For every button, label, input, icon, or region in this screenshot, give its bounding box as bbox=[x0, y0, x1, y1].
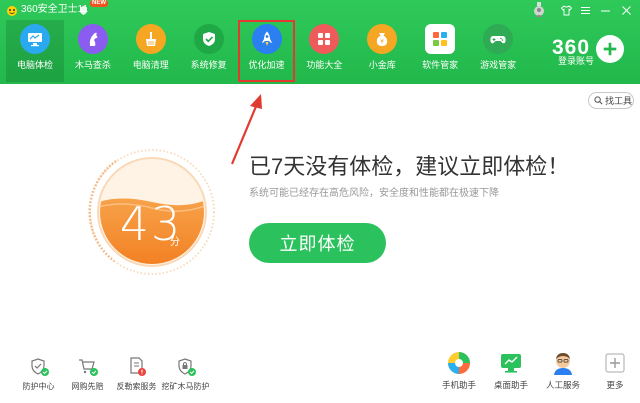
footer-item-phone-assistant[interactable]: 手机助手 bbox=[433, 350, 485, 398]
nav-label: 优化加速 bbox=[248, 60, 285, 70]
checkup-now-button[interactable]: 立即体检 bbox=[249, 223, 386, 263]
title-bar: 360安全卫士11 NEW bbox=[0, 0, 640, 20]
nav-item-trojan-scan[interactable]: 木马查杀 bbox=[64, 20, 122, 82]
footer-label: 人工服务 bbox=[545, 380, 580, 390]
close-icon bbox=[621, 5, 631, 15]
nav-label: 电脑清理 bbox=[132, 60, 169, 70]
checkup-headline: 已7天没有体检，建议立即体检！ bbox=[249, 154, 570, 179]
nav-label: 电脑体检 bbox=[16, 60, 53, 70]
health-score: 43 bbox=[119, 197, 183, 251]
minimize-icon bbox=[600, 10, 610, 11]
nav-item-all-features[interactable]: 功能大全 bbox=[295, 20, 353, 82]
shirt-icon bbox=[560, 4, 572, 15]
doc-shield-icon bbox=[129, 357, 146, 376]
header: 360安全卫士11 NEW 电脑体检 木马查杀 电脑清理 系统修复 优化加速 功… bbox=[0, 0, 640, 84]
footer-right-toolbar: 手机助手 桌面助手 人工服务 更多 bbox=[433, 350, 640, 398]
minimize-button[interactable] bbox=[596, 3, 614, 17]
main-nav: 电脑体检 木马查杀 电脑清理 系统修复 优化加速 功能大全 ¥ 小金库 软件管家… bbox=[6, 20, 527, 82]
footer-label: 桌面助手 bbox=[493, 380, 528, 390]
footer-label: 挖矿木马防护 bbox=[161, 382, 210, 391]
footer-item-human-service[interactable]: 人工服务 bbox=[537, 350, 589, 398]
svg-text:¥: ¥ bbox=[380, 39, 384, 46]
broom-icon bbox=[135, 24, 166, 54]
grid-icon bbox=[309, 24, 340, 54]
search-icon bbox=[594, 96, 603, 105]
nav-item-game-manager[interactable]: 游戏管家 bbox=[469, 20, 527, 82]
apps-icon bbox=[425, 24, 456, 54]
find-tools-label: 找工具 bbox=[605, 96, 633, 106]
nav-label: 游戏管家 bbox=[480, 60, 517, 70]
new-badge: NEW bbox=[90, 0, 108, 7]
checkup-subline: 系统可能已经存在高危风险，安全度和性能都在极速下降 bbox=[249, 188, 499, 199]
nav-label: 功能大全 bbox=[306, 60, 343, 70]
more-icon bbox=[605, 353, 625, 373]
nav-item-pc-cleanup[interactable]: 电脑清理 bbox=[122, 20, 180, 82]
footer-item-mining-trojan-protection[interactable]: 挖矿木马防护 bbox=[161, 356, 210, 398]
desktop-assistant-icon bbox=[501, 354, 521, 373]
nav-item-small-vault[interactable]: ¥ 小金库 bbox=[353, 20, 411, 82]
human-service-icon bbox=[554, 353, 572, 375]
nav-item-pc-checkup[interactable]: 电脑体检 bbox=[6, 20, 64, 82]
shield-small-icon bbox=[80, 6, 87, 15]
coin-bag-icon: ¥ bbox=[367, 24, 398, 54]
horse-icon bbox=[77, 24, 108, 54]
shield-check-icon bbox=[193, 24, 224, 54]
footer-item-protection-center[interactable]: 防护中心 bbox=[14, 356, 63, 398]
app-title: 360安全卫士11 bbox=[21, 4, 89, 15]
nav-item-system-repair[interactable]: 系统修复 bbox=[180, 20, 238, 82]
footer-item-shopping-compensation[interactable]: 网购先赔 bbox=[63, 356, 112, 398]
footer-item-more[interactable]: 更多 bbox=[589, 350, 640, 398]
app-logo-icon bbox=[7, 6, 17, 16]
find-tools-button[interactable]: 找工具 bbox=[588, 92, 634, 109]
nav-label: 软件管家 bbox=[422, 60, 459, 70]
nav-item-optimize-speedup[interactable]: 优化加速 bbox=[237, 20, 296, 82]
footer-left-toolbar: 防护中心 网购先赔 反勒索服务 挖矿木马防护 bbox=[14, 356, 210, 398]
nav-label: 小金库 bbox=[368, 60, 396, 70]
rocket-icon bbox=[251, 24, 282, 54]
user-avatar-icon[interactable] bbox=[531, 2, 547, 19]
nav-item-software-manager[interactable]: 软件管家 bbox=[411, 20, 469, 82]
plus-icon bbox=[603, 42, 617, 56]
close-button[interactable] bbox=[617, 3, 635, 17]
phone-assistant-icon bbox=[448, 352, 470, 374]
monitor-icon bbox=[19, 24, 50, 54]
skin-button[interactable] bbox=[557, 3, 575, 17]
login-link[interactable]: 登录账号 bbox=[558, 56, 594, 67]
footer-item-desktop-assistant[interactable]: 桌面助手 bbox=[485, 350, 537, 398]
nav-label: 木马查杀 bbox=[74, 60, 111, 70]
footer-item-anti-ransomware[interactable]: 反勒索服务 bbox=[112, 356, 161, 398]
gamepad-icon bbox=[483, 24, 514, 54]
login-plus-button[interactable] bbox=[596, 35, 624, 63]
footer-label: 更多 bbox=[606, 380, 624, 390]
score-unit: 分 bbox=[170, 237, 180, 248]
lock-shield-icon bbox=[177, 358, 196, 376]
footer-label: 手机助手 bbox=[441, 380, 476, 390]
shield-protect-icon bbox=[30, 358, 49, 376]
menu-icon bbox=[580, 6, 590, 14]
cart-check-icon bbox=[78, 359, 98, 376]
nav-label: 系统修复 bbox=[190, 60, 227, 70]
menu-button[interactable] bbox=[576, 3, 594, 17]
